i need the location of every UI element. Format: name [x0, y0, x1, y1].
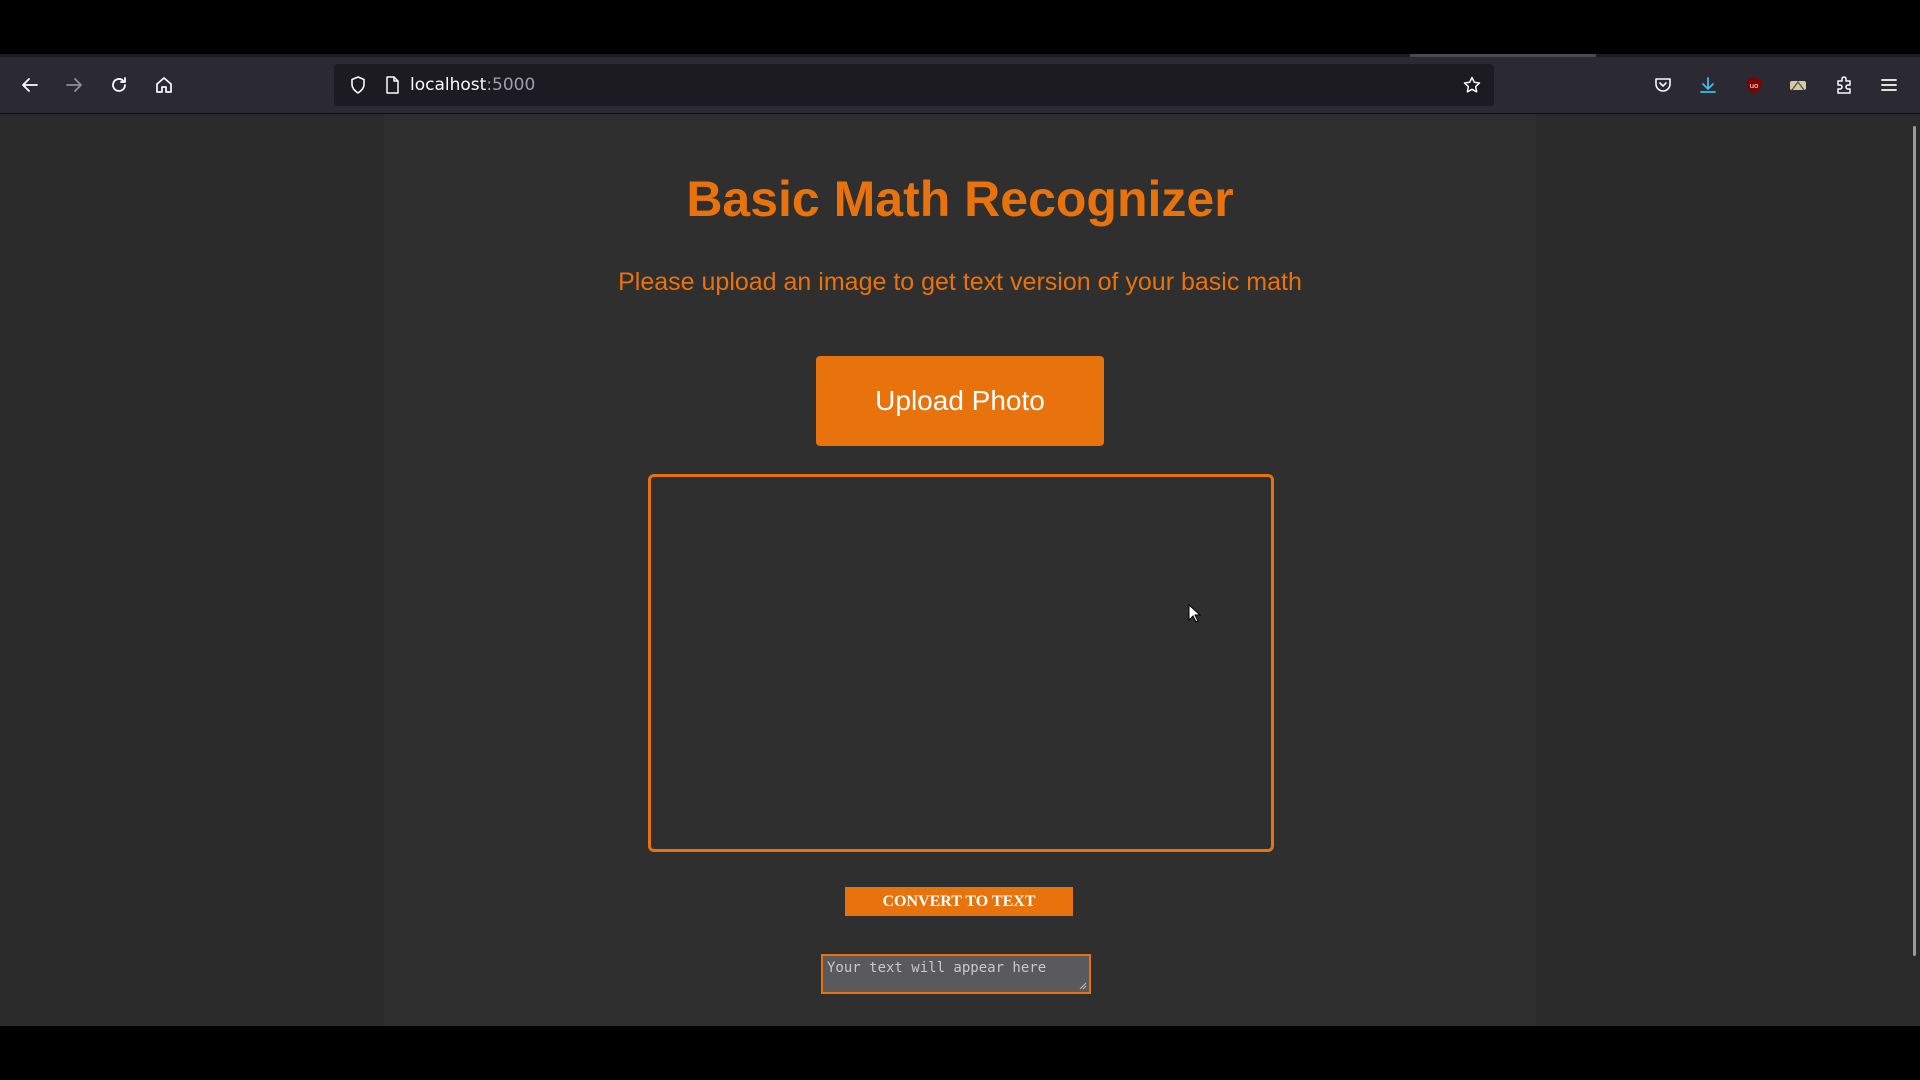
browser-toolbar: localhost:5000 uo — [0, 57, 1920, 114]
bottom-letterbox — [0, 1026, 1920, 1080]
extension-icon[interactable] — [1780, 67, 1816, 103]
mouse-cursor-icon — [1188, 604, 1202, 623]
address-bar[interactable]: localhost:5000 — [334, 64, 1494, 106]
back-arrow-icon[interactable] — [12, 67, 48, 103]
convert-to-text-button[interactable]: CONVERT TO TEXT — [845, 887, 1073, 916]
page-icon[interactable] — [374, 67, 410, 103]
page-title: Basic Math Recognizer — [686, 171, 1234, 227]
forward-arrow-icon[interactable] — [56, 67, 92, 103]
download-icon[interactable] — [1690, 67, 1726, 103]
pocket-icon[interactable] — [1645, 67, 1681, 103]
image-preview-box[interactable] — [648, 474, 1274, 852]
reload-icon[interactable] — [101, 67, 137, 103]
hamburger-menu-icon[interactable] — [1871, 67, 1907, 103]
page-subtitle: Please upload an image to get text versi… — [618, 268, 1302, 296]
url-port: :5000 — [486, 75, 536, 95]
url-text[interactable]: localhost:5000 — [410, 64, 535, 106]
top-letterbox — [0, 0, 1920, 54]
page-viewport: Basic Math Recognizer Please upload an i… — [0, 114, 1920, 1026]
home-icon[interactable] — [146, 67, 182, 103]
upload-photo-button[interactable]: Upload Photo — [816, 356, 1104, 446]
output-placeholder: Your text will appear here — [827, 960, 1047, 976]
puzzle-icon[interactable] — [1826, 67, 1862, 103]
shield-icon[interactable] — [340, 67, 376, 103]
output-textarea[interactable]: Your text will appear here — [821, 954, 1091, 994]
page-scrollbar[interactable] — [1913, 126, 1916, 956]
ublock-icon[interactable]: uo — [1736, 67, 1772, 103]
resize-grip-icon[interactable] — [1077, 980, 1087, 990]
main-container: Basic Math Recognizer Please upload an i… — [384, 114, 1536, 1026]
star-icon[interactable] — [1454, 67, 1490, 103]
url-host: localhost — [410, 75, 487, 95]
svg-text:uo: uo — [1750, 82, 1759, 90]
